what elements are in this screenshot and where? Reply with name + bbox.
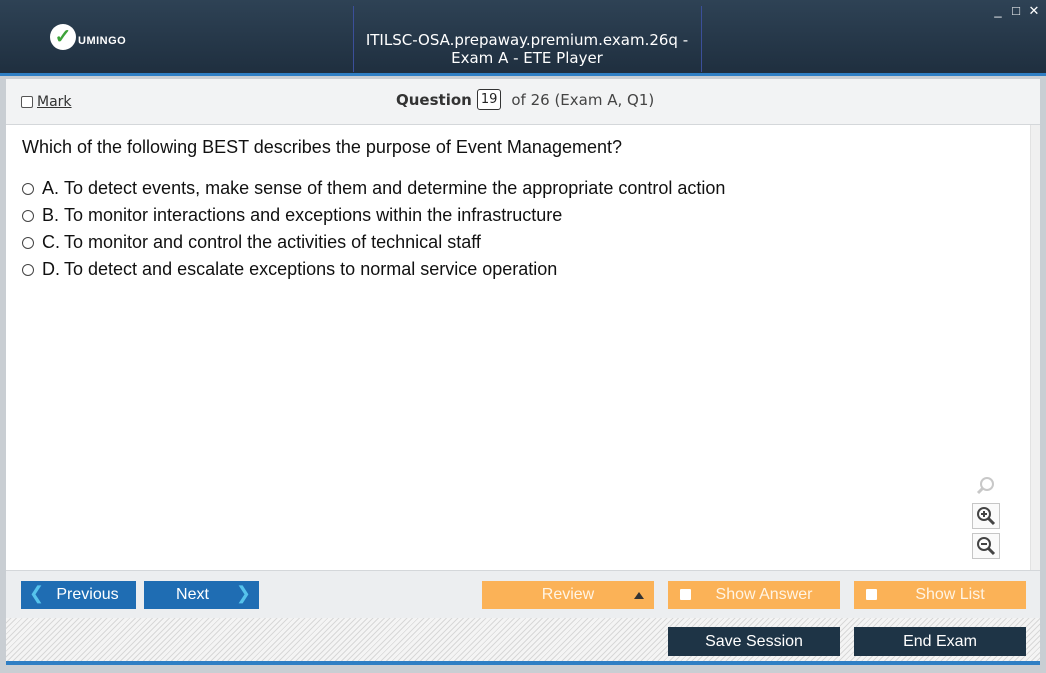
question-text: Which of the following BEST describes th…	[22, 137, 623, 157]
previous-button[interactable]: ❮ Previous	[21, 581, 136, 609]
mark-checkbox[interactable]: Mark	[21, 94, 72, 110]
minimize-icon[interactable]: _	[992, 4, 1004, 18]
answer-letter: B.	[42, 205, 60, 225]
answer-text: To monitor and control the activities of…	[64, 232, 481, 252]
question-of-text: of 26 (Exam A, Q1)	[511, 90, 655, 109]
title-divider-right	[701, 6, 702, 72]
zoom-in-icon[interactable]	[972, 503, 1000, 529]
chevron-right-icon: ❯	[235, 583, 251, 603]
question-header: Mark Question 19 of 26 (Exam A, Q1)	[6, 79, 1040, 125]
answer-text: To monitor interactions and exceptions w…	[64, 205, 563, 225]
chevron-left-icon: ❮	[29, 583, 45, 603]
show-answer-label: Show Answer	[715, 586, 813, 603]
window-title: ITILSC-OSA.prepaway.premium.exam.26q - E…	[365, 31, 689, 67]
question-label: Question	[396, 90, 472, 109]
save-session-button[interactable]: Save Session	[668, 627, 840, 656]
answer-text: To detect and escalate exceptions to nor…	[64, 259, 558, 279]
brand-name: UMINGO	[78, 35, 127, 47]
show-list-label: Show List	[915, 586, 985, 603]
mark-label[interactable]: Mark	[37, 94, 72, 110]
answer-letter: A.	[42, 178, 60, 198]
question-number-input[interactable]: 19	[476, 89, 502, 110]
answer-radio-c[interactable]	[22, 236, 34, 249]
question-content: Which of the following BEST describes th…	[6, 125, 1040, 570]
maximize-icon[interactable]: □	[1010, 4, 1022, 18]
show-answer-button[interactable]: Show Answer	[668, 581, 840, 609]
question-indicator: Question 19 of 26 (Exam A, Q1)	[396, 89, 654, 110]
answer-radio-d[interactable]	[22, 263, 34, 276]
show-list-button[interactable]: Show List	[854, 581, 1026, 609]
next-label: Next	[176, 586, 209, 603]
next-button[interactable]: Next ❯	[144, 581, 259, 609]
answer-list: A. To detect events, make sense of them …	[22, 175, 725, 283]
answer-letter: D.	[42, 259, 60, 279]
answer-option-c[interactable]: C. To monitor and control the activities…	[22, 229, 725, 256]
answer-text: To detect events, make sense of them and…	[64, 178, 726, 198]
vumingo-logo: ✓ UMINGO	[50, 24, 126, 50]
caret-up-icon	[634, 592, 644, 599]
vertical-scrollbar[interactable]	[1030, 125, 1040, 570]
answer-radio-a[interactable]	[22, 182, 34, 195]
review-button[interactable]: Review	[482, 581, 654, 609]
navigation-bar: ❮ Previous Next ❯ Review Show Answer Sho…	[6, 570, 1040, 618]
checkmark-logo-icon: ✓	[50, 24, 76, 50]
review-label: Review	[541, 586, 595, 603]
title-bar: ✓ UMINGO ITILSC-OSA.prepaway.premium.exa…	[0, 0, 1046, 76]
zoom-out-icon[interactable]	[972, 533, 1000, 559]
answer-option-d[interactable]: D. To detect and escalate exceptions to …	[22, 256, 725, 283]
answer-radio-b[interactable]	[22, 209, 34, 222]
mark-checkbox-box[interactable]	[21, 96, 33, 108]
answer-option-b[interactable]: B. To monitor interactions and exception…	[22, 202, 725, 229]
show-answer-checkbox[interactable]	[680, 589, 691, 600]
answer-letter: C.	[42, 232, 60, 252]
window-controls: _ □ ✕	[992, 4, 1040, 18]
zoom-reset-icon[interactable]	[972, 473, 1000, 499]
close-icon[interactable]: ✕	[1028, 4, 1040, 18]
zoom-tools	[972, 473, 1002, 563]
bottom-bar: Save Session End Exam	[6, 618, 1040, 665]
answer-option-a[interactable]: A. To detect events, make sense of them …	[22, 175, 725, 202]
show-list-checkbox[interactable]	[866, 589, 877, 600]
previous-label: Previous	[56, 586, 119, 603]
end-exam-button[interactable]: End Exam	[854, 627, 1026, 656]
